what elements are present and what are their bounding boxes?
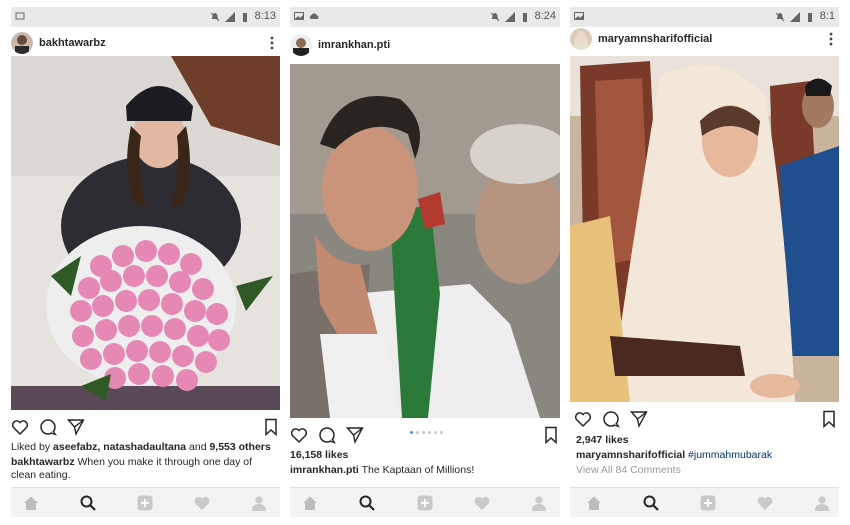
signal-icon	[789, 11, 800, 22]
profile-icon[interactable]	[814, 495, 830, 511]
carousel-dot	[440, 431, 443, 434]
activity-heart-icon[interactable]	[474, 495, 490, 511]
profile-icon[interactable]	[531, 495, 547, 511]
more-icon[interactable]	[829, 31, 833, 47]
post-actions	[11, 416, 280, 438]
status-bar: 8:24	[290, 7, 560, 27]
profile-icon[interactable]	[251, 495, 267, 511]
heart-icon[interactable]	[11, 418, 29, 436]
add-icon[interactable]	[417, 495, 433, 511]
more-icon[interactable]	[270, 35, 274, 51]
avatar[interactable]	[11, 32, 33, 54]
activity-heart-icon[interactable]	[757, 495, 773, 511]
activity-heart-icon[interactable]	[194, 495, 210, 511]
mute-icon	[490, 12, 499, 21]
carousel-dot	[434, 431, 437, 434]
search-icon[interactable]	[80, 495, 96, 511]
post-username[interactable]: bakhtawarbz	[39, 37, 106, 49]
avatar[interactable]	[290, 34, 312, 56]
post-username[interactable]: maryamnsharifofficial	[598, 33, 712, 45]
carousel-dot	[428, 431, 431, 434]
comment-icon[interactable]	[318, 426, 336, 444]
post-caption: 16,158 likes imrankhan.pti The Kaptaan o…	[290, 449, 560, 477]
bottom-nav	[11, 487, 280, 517]
battery-icon	[242, 12, 247, 22]
phone-screen-2: 8:24 imrankhan.pti 16,158 likes imrankha…	[290, 7, 560, 517]
comment-icon[interactable]	[39, 418, 57, 436]
notification-icon	[15, 12, 25, 20]
caption-username[interactable]: maryamnsharifofficial	[576, 449, 685, 461]
bookmark-icon[interactable]	[264, 418, 278, 436]
comment-icon[interactable]	[602, 410, 620, 428]
liked-by-count[interactable]: 9,553 others	[209, 441, 270, 453]
status-bar: 8:1	[570, 7, 839, 27]
post-image[interactable]	[11, 56, 280, 410]
carousel-dot	[422, 431, 425, 434]
heart-icon[interactable]	[290, 426, 308, 444]
carousel-dot	[410, 431, 413, 434]
post-actions	[290, 424, 560, 446]
post-caption: Liked by aseefabz, natashadaultana and 9…	[11, 441, 280, 482]
carousel-dot	[416, 431, 419, 434]
view-comments-link[interactable]: View All 84 Comments	[576, 464, 839, 477]
signal-icon	[224, 11, 235, 22]
battery-icon	[522, 12, 527, 22]
share-icon[interactable]	[630, 410, 648, 428]
likes-count[interactable]: 16,158 likes	[290, 449, 560, 462]
post-actions	[570, 408, 839, 430]
add-icon[interactable]	[137, 495, 153, 511]
caption-username[interactable]: imrankhan.pti	[290, 464, 359, 476]
post-header: bakhtawarbz	[11, 29, 280, 57]
home-icon[interactable]	[23, 495, 39, 511]
post-caption: 2,947 likes maryamnsharifofficial #jumma…	[576, 434, 839, 477]
clock: 8:1	[819, 10, 835, 22]
share-icon[interactable]	[67, 418, 85, 436]
caption-text: The Kaptaan of Millions!	[358, 464, 475, 476]
battery-icon	[807, 12, 812, 22]
phone-screen-3: 8:1 maryamnsharifofficial 2,947 likes ma…	[570, 7, 839, 517]
mute-icon	[775, 12, 785, 21]
avatar[interactable]	[570, 28, 592, 50]
bookmark-icon[interactable]	[544, 426, 558, 444]
liked-by: Liked by aseefabz, natashadaultana and 9…	[11, 441, 271, 453]
post-username[interactable]: imrankhan.pti	[318, 39, 390, 51]
image-icon	[294, 12, 304, 20]
bottom-nav	[570, 487, 839, 517]
post-header: imrankhan.pti	[290, 31, 560, 59]
status-bar: 8:13	[11, 7, 280, 27]
mute-icon	[210, 12, 219, 21]
clock: 8:13	[254, 10, 276, 22]
post-image[interactable]	[290, 64, 560, 418]
post-header: maryamnsharifofficial	[570, 25, 839, 53]
add-icon[interactable]	[700, 495, 716, 511]
home-icon[interactable]	[302, 495, 318, 511]
carousel-indicator	[410, 431, 443, 434]
phone-screen-1: 8:13 bakhtawarbz Liked by aseefabz, nata…	[11, 7, 280, 517]
share-icon[interactable]	[346, 426, 364, 444]
clock: 8:24	[534, 10, 556, 22]
bookmark-icon[interactable]	[822, 410, 836, 428]
search-icon[interactable]	[643, 495, 659, 511]
home-icon[interactable]	[586, 495, 602, 511]
heart-icon[interactable]	[574, 410, 592, 428]
likes-count[interactable]: 2,947 likes	[576, 434, 839, 447]
hashtag-link[interactable]: #jummahmubarak	[688, 449, 772, 461]
liked-by-names[interactable]: aseefabz, natashadaultana	[53, 441, 186, 453]
signal-icon	[504, 11, 515, 22]
search-icon[interactable]	[359, 495, 375, 511]
caption-username[interactable]: bakhtawarbz	[11, 456, 75, 468]
post-image[interactable]	[570, 56, 839, 402]
cloud-icon	[309, 13, 319, 19]
bottom-nav	[290, 487, 560, 517]
image-icon	[574, 12, 584, 20]
